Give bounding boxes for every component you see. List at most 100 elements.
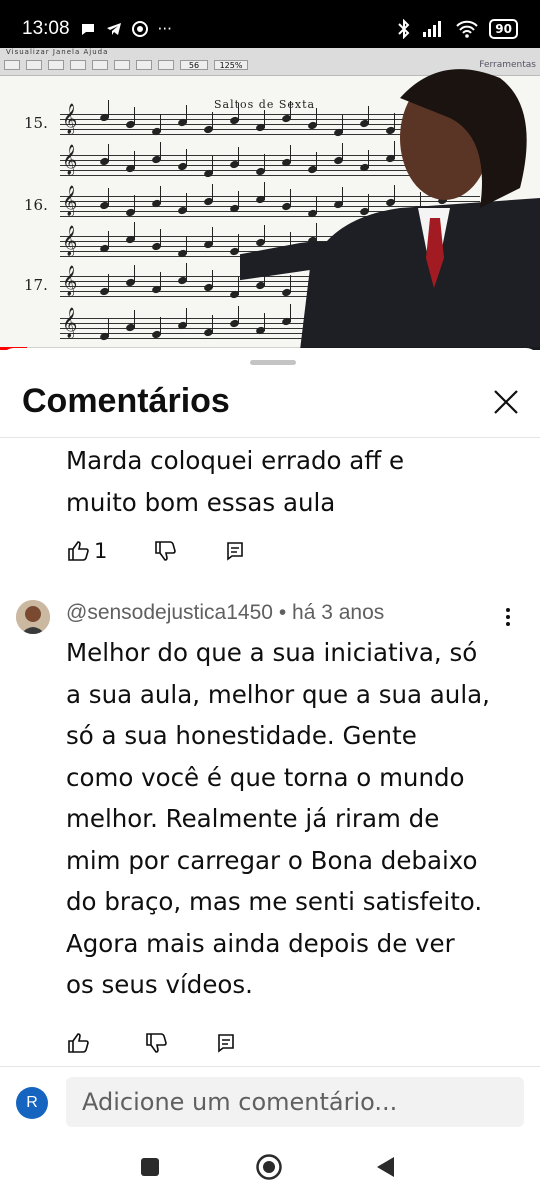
note-stem <box>212 112 213 130</box>
reply-button[interactable] <box>223 539 247 563</box>
avatar[interactable] <box>16 600 50 634</box>
note-stem <box>212 156 213 174</box>
comment-meta: @sensodejustica1450 • há 3 anos <box>66 601 384 625</box>
thumbs-down-icon <box>146 1033 167 1053</box>
close-button[interactable] <box>486 382 526 422</box>
comment-line: mim por carregar o Bona debaixo <box>66 845 478 875</box>
toolbar-button <box>92 60 108 70</box>
treble-clef: 𝄞 <box>62 226 78 256</box>
note-stem <box>186 149 187 167</box>
wifi-icon <box>456 20 479 38</box>
note-stem <box>186 105 187 123</box>
comment-body: Marda coloquei errado aff e muito bom es… <box>66 440 526 523</box>
comment-line: melhor. Realmente já riram de <box>66 804 440 833</box>
note-stem <box>134 107 135 125</box>
note-stem <box>212 184 213 202</box>
comment-options-button[interactable] <box>496 602 520 632</box>
reply-button[interactable] <box>214 1031 238 1055</box>
note-stem <box>238 147 239 165</box>
note-stem <box>160 114 161 132</box>
user-avatar[interactable]: R <box>16 1087 48 1119</box>
note-stem <box>186 193 187 211</box>
comment-input[interactable]: Adicione um comentário... <box>66 1077 524 1127</box>
reply-icon <box>227 542 244 561</box>
note-stem <box>108 231 109 249</box>
exercise-number: 15. <box>24 114 48 132</box>
home-icon <box>256 1154 282 1180</box>
comment-line: Marda coloquei errado aff e <box>66 446 405 475</box>
note-stem <box>238 306 239 324</box>
comment-line: do braço, mas me senti satisfeito. <box>66 887 483 916</box>
like-button[interactable]: 1 <box>66 539 107 563</box>
dislike-button[interactable] <box>144 1031 168 1055</box>
toolbar-button <box>48 60 64 70</box>
video-player[interactable]: Visualizar Janela Ajuda 56 125% Ferramen… <box>0 48 540 350</box>
comment-time: há 3 anos <box>292 601 385 624</box>
like-button[interactable] <box>66 1031 90 1055</box>
comment-author[interactable]: @sensodejustica1450 <box>66 601 273 624</box>
toolbar-button <box>114 60 130 70</box>
note-stem <box>134 265 135 283</box>
note-stem <box>238 234 239 252</box>
note-stem <box>160 272 161 290</box>
note-stem <box>108 100 109 118</box>
comment-line: a sua aula, melhor que a sua aula, <box>66 679 490 709</box>
exercise-number: 16. <box>24 196 48 214</box>
teacher-figure <box>240 69 540 350</box>
recents-icon <box>141 1158 159 1176</box>
thumbs-up-icon <box>68 1033 89 1053</box>
sheet-drag-handle[interactable] <box>250 360 296 365</box>
dislike-button[interactable] <box>153 539 177 563</box>
note-stem <box>238 277 239 295</box>
more-vertical-icon <box>506 608 510 626</box>
home-button[interactable] <box>254 1152 284 1182</box>
comment-line: só a sua honestidade. Gente <box>66 721 417 750</box>
note-stem <box>186 308 187 326</box>
thumbs-up-icon <box>68 541 89 561</box>
comment-line: como você é que torna o mundo <box>66 762 465 792</box>
chat-notification-icon <box>81 24 94 35</box>
thumbs-down-icon <box>155 541 177 561</box>
note-stem <box>160 317 161 335</box>
close-icon <box>494 390 518 414</box>
note-stem <box>212 270 213 288</box>
note-stem <box>134 151 135 169</box>
page-number: 56 <box>180 60 208 70</box>
app-menu-text: Visualizar Janela Ajuda <box>6 48 109 56</box>
treble-clef: 𝄞 <box>62 266 78 296</box>
comment-line: muito bom essas aula <box>66 487 336 517</box>
comment-body: Melhor do que a sua iniciativa, só a sua… <box>66 632 528 1006</box>
note-stem <box>186 263 187 281</box>
comment-line: Melhor do que a sua iniciativa, só <box>66 638 478 667</box>
signal-icon <box>423 21 442 37</box>
comments-title: Comentários <box>22 382 230 420</box>
toolbar-button <box>4 60 20 70</box>
note-stem <box>238 103 239 121</box>
system-nav-bar <box>0 1136 540 1200</box>
note-stem <box>212 227 213 245</box>
recents-button[interactable] <box>135 1152 165 1182</box>
note-stem <box>134 195 135 213</box>
note-stem <box>134 222 135 240</box>
treble-clef: 𝄞 <box>62 104 78 134</box>
exercise-number: 17. <box>24 276 48 294</box>
note-stem <box>108 319 109 337</box>
note-stem <box>238 191 239 209</box>
reply-icon <box>218 1034 234 1053</box>
battery-indicator: 90 <box>489 19 518 39</box>
toolbar-button <box>26 60 42 70</box>
treble-clef: 𝄞 <box>62 145 78 175</box>
comment-line: os seus vídeos. <box>66 970 253 999</box>
comment-actions: 1 <box>66 538 247 564</box>
like-count: 1 <box>94 539 108 563</box>
back-icon <box>377 1157 394 1177</box>
comment-line: Agora mais ainda depois de ver <box>66 928 455 958</box>
system-icons: 90 <box>397 19 518 39</box>
bluetooth-icon <box>398 19 410 39</box>
back-button[interactable] <box>370 1152 400 1182</box>
notification-icons: ··· <box>80 21 172 37</box>
status-time: 13:08 <box>22 18 70 39</box>
toolbar-button <box>136 60 152 70</box>
telegram-icon <box>106 23 121 35</box>
toolbar-button <box>70 60 86 70</box>
